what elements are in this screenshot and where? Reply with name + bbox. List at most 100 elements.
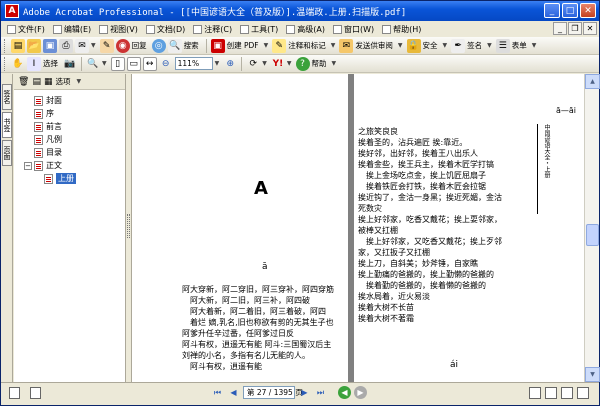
help-label[interactable]: 帮助 <box>312 58 327 69</box>
bookmark-item[interactable]: − 正文 <box>14 159 125 172</box>
doc-close-button[interactable]: ✕ <box>583 22 597 35</box>
bookmark-item[interactable]: 目录 <box>14 146 125 159</box>
maximize-button[interactable]: □ <box>562 3 578 18</box>
zoom-tool-dropdown-icon[interactable]: ▼ <box>102 60 107 67</box>
comment-icon[interactable]: ✎ <box>272 38 287 53</box>
create-pdf-label[interactable]: 创建 PDF <box>227 40 259 51</box>
toolbar-grip[interactable] <box>4 56 7 71</box>
yahoo-dropdown-icon[interactable]: ▼ <box>287 60 292 67</box>
search-globe-icon[interactable]: ◎ <box>151 38 166 53</box>
forms-dropdown-icon[interactable]: ▼ <box>532 42 537 49</box>
facing-icon[interactable] <box>561 387 573 399</box>
security-label[interactable]: 安全 <box>423 40 438 51</box>
rotate-dropdown-icon[interactable]: ▼ <box>262 60 267 67</box>
scroll-up-icon[interactable]: ▲ <box>585 74 600 89</box>
bookmark-item[interactable]: 封面 <box>14 94 125 107</box>
page-number-field[interactable]: 第 27 / 1395 页 <box>243 386 303 399</box>
minimize-button[interactable]: _ <box>544 3 560 18</box>
fit-width-icon[interactable]: ↔ <box>142 56 157 71</box>
zoom-in-icon[interactable]: ⊕ <box>223 57 237 71</box>
new-bookmark-icon[interactable]: ▤ <box>32 77 41 87</box>
continuous-facing-icon[interactable] <box>577 387 589 399</box>
menu-file[interactable]: 文件(F) <box>3 24 49 35</box>
zoom-level-dropdown-icon[interactable]: ▼ <box>215 60 220 67</box>
toolbar-grip[interactable] <box>4 38 7 53</box>
zoom-tool-icon[interactable]: 🔍 <box>86 57 100 71</box>
close-button[interactable]: ✕ <box>580 3 596 18</box>
search-label[interactable]: 搜索 <box>184 40 199 51</box>
menu-comments[interactable]: 注释(C) <box>189 24 236 35</box>
email-dropdown-icon[interactable]: ▼ <box>91 42 96 49</box>
lock-icon[interactable]: 🔒 <box>406 38 421 53</box>
last-page-icon[interactable]: ⏭ <box>314 386 327 399</box>
email-icon[interactable]: ✉ <box>75 38 89 53</box>
search-icon[interactable]: 🔍 <box>167 38 182 53</box>
menu-document[interactable]: 文档(D) <box>142 24 189 35</box>
attachment-status-icon[interactable] <box>30 387 41 399</box>
scroll-down-icon[interactable]: ▼ <box>585 367 600 382</box>
forms-label[interactable]: 表单 <box>512 40 527 51</box>
menu-view[interactable]: 视图(V) <box>95 24 142 35</box>
delete-bookmark-icon[interactable]: 🗑 <box>18 77 29 87</box>
tab-bookmarks[interactable]: 书签 <box>2 112 12 138</box>
forms-icon[interactable]: ☰ <box>495 38 510 53</box>
yahoo-icon[interactable]: Y! <box>271 57 285 71</box>
create-pdf-button-icon[interactable]: ▣ <box>210 38 225 53</box>
open-folder-icon[interactable]: 📂 <box>27 38 41 53</box>
sign-label[interactable]: 签名 <box>467 40 482 51</box>
send-review-icon[interactable]: ✉ <box>339 38 354 53</box>
splitter-grip[interactable] <box>127 214 130 238</box>
help-dropdown-icon[interactable]: ▼ <box>332 60 337 67</box>
next-view-icon[interactable]: ▶ <box>354 386 367 399</box>
zoom-level-field[interactable]: 111% <box>174 57 213 70</box>
bookmark-item[interactable]: 前言 <box>14 120 125 133</box>
document-view[interactable]: A ā 阿大穿新，阿二穿旧，阿三穿补，阿四穿筋 阿大新，阿二旧，阿三补，阿四破 … <box>132 74 584 382</box>
bookmark-item[interactable]: 序 <box>14 107 125 120</box>
first-page-icon[interactable]: ⏮ <box>211 386 224 399</box>
reply-icon[interactable]: ◉ <box>115 38 130 53</box>
menu-help[interactable]: 帮助(H) <box>378 24 425 35</box>
expand-bookmark-icon[interactable]: ▦ <box>44 77 53 87</box>
tab-pages[interactable]: 页面 <box>2 140 12 166</box>
fit-page-icon[interactable]: ▭ <box>126 56 141 71</box>
reply-label[interactable]: 回复 <box>132 40 147 51</box>
hand-tool-icon[interactable]: ✋ <box>11 57 25 71</box>
comment-label[interactable]: 注释和标记 <box>288 40 326 51</box>
select-tool-icon[interactable]: I <box>27 56 41 71</box>
tab-signatures[interactable]: 签名 <box>2 84 12 110</box>
create-pdf-dropdown-icon[interactable]: ▼ <box>264 42 269 49</box>
save-icon[interactable]: ▣ <box>43 38 57 53</box>
create-pdf-icon[interactable]: ▤ <box>11 38 25 53</box>
previous-view-icon[interactable]: ◀ <box>338 386 351 399</box>
menu-advanced[interactable]: 高级(A) <box>282 24 329 35</box>
print-icon[interactable]: ⎙ <box>59 38 73 53</box>
sign-dropdown-icon[interactable]: ▼ <box>487 42 492 49</box>
single-page-icon[interactable] <box>529 387 541 399</box>
menu-edit[interactable]: 编辑(E) <box>49 24 95 35</box>
vertical-scrollbar[interactable]: ▲ ▼ <box>584 74 600 382</box>
doc-restore-button[interactable]: ❐ <box>568 22 582 35</box>
continuous-icon[interactable] <box>545 387 557 399</box>
help-icon[interactable]: ? <box>295 56 310 71</box>
menu-window[interactable]: 窗口(W) <box>329 24 378 35</box>
rotate-view-icon[interactable]: ⟳ <box>246 57 260 71</box>
page-size-icon[interactable] <box>9 387 20 399</box>
send-review-dropdown-icon[interactable]: ▼ <box>398 42 403 49</box>
bookmark-item-selected[interactable]: 上册 <box>14 172 125 185</box>
doc-minimize-button[interactable]: _ <box>553 22 567 35</box>
bookmark-item[interactable]: 凡例 <box>14 133 125 146</box>
comment-dropdown-icon[interactable]: ▼ <box>331 42 336 49</box>
sign-pen-icon[interactable]: ✒ <box>451 38 466 53</box>
menu-tools[interactable]: 工具(T) <box>236 24 282 35</box>
next-page-icon[interactable]: ▶ <box>298 386 311 399</box>
bookmark-options-dropdown-icon[interactable]: ▼ <box>76 78 81 85</box>
attach-icon[interactable]: ✎ <box>99 38 114 53</box>
actual-size-icon[interactable]: ▯ <box>110 56 125 71</box>
collapse-toggle-icon[interactable]: − <box>24 161 32 170</box>
previous-page-icon[interactable]: ◀ <box>227 386 240 399</box>
security-dropdown-icon[interactable]: ▼ <box>443 42 448 49</box>
snapshot-icon[interactable]: 📷 <box>63 57 77 71</box>
select-label[interactable]: 选择 <box>43 58 58 69</box>
scroll-thumb[interactable] <box>586 224 599 246</box>
bookmark-options-button[interactable]: 选项 <box>55 76 70 87</box>
